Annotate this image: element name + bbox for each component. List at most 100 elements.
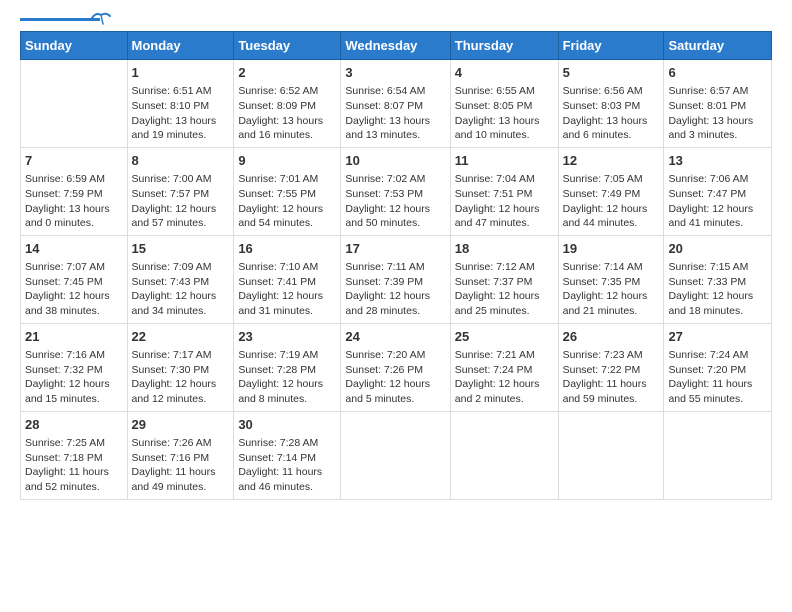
day-info: Sunset: 7:53 PM [345, 187, 445, 202]
day-info: Sunrise: 7:15 AM [668, 260, 767, 275]
day-number: 9 [238, 152, 336, 170]
calendar-cell: 5Sunrise: 6:56 AMSunset: 8:03 PMDaylight… [558, 60, 664, 148]
calendar-cell: 15Sunrise: 7:09 AMSunset: 7:43 PMDayligh… [127, 235, 234, 323]
day-info: Sunset: 8:05 PM [455, 99, 554, 114]
weekday-header-tuesday: Tuesday [234, 32, 341, 60]
weekday-header-saturday: Saturday [664, 32, 772, 60]
day-info: Sunrise: 6:51 AM [132, 84, 230, 99]
calendar-cell: 9Sunrise: 7:01 AMSunset: 7:55 PMDaylight… [234, 147, 341, 235]
day-info: Daylight: 13 hours [238, 114, 336, 129]
day-info: Daylight: 12 hours [25, 377, 123, 392]
day-info: and 49 minutes. [132, 480, 230, 495]
day-info: and 10 minutes. [455, 128, 554, 143]
day-info: Daylight: 12 hours [238, 202, 336, 217]
day-info: Sunset: 7:35 PM [563, 275, 660, 290]
day-number: 20 [668, 240, 767, 258]
day-number: 24 [345, 328, 445, 346]
day-info: and 57 minutes. [132, 216, 230, 231]
calendar-cell: 1Sunrise: 6:51 AMSunset: 8:10 PMDaylight… [127, 60, 234, 148]
day-info: and 25 minutes. [455, 304, 554, 319]
day-info: Sunset: 7:22 PM [563, 363, 660, 378]
day-info: Daylight: 13 hours [345, 114, 445, 129]
day-info: Sunrise: 7:28 AM [238, 436, 336, 451]
day-info: and 54 minutes. [238, 216, 336, 231]
day-info: Sunrise: 7:10 AM [238, 260, 336, 275]
day-info: Daylight: 12 hours [668, 202, 767, 217]
day-number: 19 [563, 240, 660, 258]
day-number: 18 [455, 240, 554, 258]
day-info: and 28 minutes. [345, 304, 445, 319]
day-info: Sunset: 7:30 PM [132, 363, 230, 378]
calendar-week-5: 28Sunrise: 7:25 AMSunset: 7:18 PMDayligh… [21, 411, 772, 499]
day-info: and 8 minutes. [238, 392, 336, 407]
calendar-cell: 27Sunrise: 7:24 AMSunset: 7:20 PMDayligh… [664, 323, 772, 411]
page-header [20, 16, 772, 21]
day-info: Sunrise: 7:24 AM [668, 348, 767, 363]
calendar-cell: 2Sunrise: 6:52 AMSunset: 8:09 PMDaylight… [234, 60, 341, 148]
calendar-cell: 11Sunrise: 7:04 AMSunset: 7:51 PMDayligh… [450, 147, 558, 235]
day-info: Sunrise: 7:20 AM [345, 348, 445, 363]
day-number: 26 [563, 328, 660, 346]
day-info: Daylight: 11 hours [238, 465, 336, 480]
calendar-cell: 3Sunrise: 6:54 AMSunset: 8:07 PMDaylight… [341, 60, 450, 148]
day-info: and 13 minutes. [345, 128, 445, 143]
day-info: and 3 minutes. [668, 128, 767, 143]
calendar-cell: 23Sunrise: 7:19 AMSunset: 7:28 PMDayligh… [234, 323, 341, 411]
day-number: 7 [25, 152, 123, 170]
day-info: and 15 minutes. [25, 392, 123, 407]
calendar-cell [450, 411, 558, 499]
day-info: Sunset: 7:41 PM [238, 275, 336, 290]
day-info: Sunset: 7:26 PM [345, 363, 445, 378]
day-info: Sunrise: 7:26 AM [132, 436, 230, 451]
day-info: Daylight: 12 hours [345, 289, 445, 304]
day-info: Sunrise: 7:14 AM [563, 260, 660, 275]
day-info: and 46 minutes. [238, 480, 336, 495]
day-info: and 12 minutes. [132, 392, 230, 407]
calendar-cell: 18Sunrise: 7:12 AMSunset: 7:37 PMDayligh… [450, 235, 558, 323]
weekday-header-row: SundayMondayTuesdayWednesdayThursdayFrid… [21, 32, 772, 60]
day-number: 5 [563, 64, 660, 82]
day-info: Sunrise: 7:07 AM [25, 260, 123, 275]
day-number: 30 [238, 416, 336, 434]
calendar-cell: 12Sunrise: 7:05 AMSunset: 7:49 PMDayligh… [558, 147, 664, 235]
day-info: Sunrise: 7:05 AM [563, 172, 660, 187]
calendar-cell [664, 411, 772, 499]
calendar-cell: 22Sunrise: 7:17 AMSunset: 7:30 PMDayligh… [127, 323, 234, 411]
day-info: and 50 minutes. [345, 216, 445, 231]
day-number: 6 [668, 64, 767, 82]
day-info: Sunset: 7:37 PM [455, 275, 554, 290]
weekday-header-monday: Monday [127, 32, 234, 60]
day-number: 15 [132, 240, 230, 258]
day-info: Daylight: 12 hours [132, 377, 230, 392]
weekday-header-thursday: Thursday [450, 32, 558, 60]
day-number: 3 [345, 64, 445, 82]
day-number: 2 [238, 64, 336, 82]
day-info: and 18 minutes. [668, 304, 767, 319]
day-info: and 47 minutes. [455, 216, 554, 231]
day-info: Daylight: 12 hours [345, 377, 445, 392]
day-info: Daylight: 12 hours [132, 202, 230, 217]
day-info: and 0 minutes. [25, 216, 123, 231]
day-info: Sunset: 8:01 PM [668, 99, 767, 114]
day-info: Sunrise: 6:57 AM [668, 84, 767, 99]
calendar-cell: 20Sunrise: 7:15 AMSunset: 7:33 PMDayligh… [664, 235, 772, 323]
day-number: 21 [25, 328, 123, 346]
day-number: 29 [132, 416, 230, 434]
logo-underline [20, 18, 100, 21]
day-info: Sunset: 7:57 PM [132, 187, 230, 202]
day-info: Sunset: 7:28 PM [238, 363, 336, 378]
calendar-cell: 25Sunrise: 7:21 AMSunset: 7:24 PMDayligh… [450, 323, 558, 411]
calendar-cell: 8Sunrise: 7:00 AMSunset: 7:57 PMDaylight… [127, 147, 234, 235]
day-info: and 38 minutes. [25, 304, 123, 319]
day-info: Daylight: 11 hours [563, 377, 660, 392]
day-info: Sunset: 8:07 PM [345, 99, 445, 114]
day-number: 25 [455, 328, 554, 346]
day-info: Sunset: 7:51 PM [455, 187, 554, 202]
day-info: and 34 minutes. [132, 304, 230, 319]
day-info: Sunrise: 7:16 AM [25, 348, 123, 363]
calendar-cell: 4Sunrise: 6:55 AMSunset: 8:05 PMDaylight… [450, 60, 558, 148]
day-info: Sunrise: 7:04 AM [455, 172, 554, 187]
weekday-header-sunday: Sunday [21, 32, 128, 60]
day-info: and 16 minutes. [238, 128, 336, 143]
day-number: 11 [455, 152, 554, 170]
